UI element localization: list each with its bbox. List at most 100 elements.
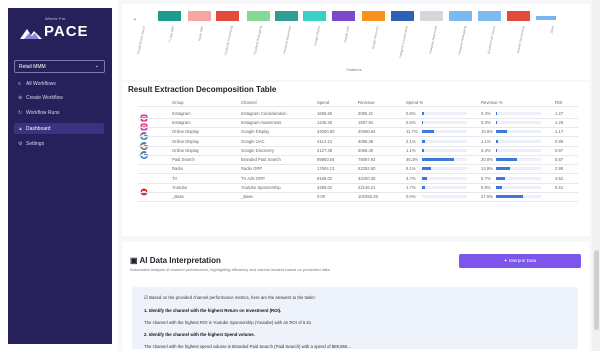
chart-bar bbox=[420, 11, 443, 21]
table-cell-spend: 3458.02 bbox=[317, 185, 333, 190]
table-cell-revenue-pct: 27.5% bbox=[481, 194, 493, 199]
revenue-pct-bar bbox=[496, 112, 497, 115]
table-cell-channel: Google Discovery bbox=[241, 148, 275, 153]
revenue-pct-bar-track bbox=[496, 121, 541, 124]
table-cell-group: Online Display bbox=[172, 129, 199, 134]
workspace-select[interactable]: Retail MMM ⌄ bbox=[14, 60, 105, 73]
spend-pct-bar-track bbox=[422, 195, 467, 198]
table-cell-channel: TV Ads GRP bbox=[241, 176, 265, 181]
table-cell-channel: Instagram Awareness bbox=[241, 120, 282, 125]
table-cell-spend-pct: 0.8% bbox=[406, 111, 416, 116]
revenue-pct-bar bbox=[496, 195, 523, 198]
spend-pct-bar bbox=[422, 121, 423, 124]
row-divider bbox=[138, 201, 578, 202]
sidebar-item-label: All Workflows bbox=[26, 81, 56, 87]
table-cell-group: Paid Search bbox=[172, 157, 195, 162]
app-window: Where For PACE Retail MMM ⌄ ≡ All Workflo… bbox=[0, 0, 608, 351]
table-cell-roi: 0.97 bbox=[555, 148, 564, 153]
sidebar: Where For PACE Retail MMM ⌄ ≡ All Workflo… bbox=[8, 8, 112, 344]
chart-tick-label: Facebook Prospecting bbox=[223, 25, 233, 55]
table-cell-group: Online Display bbox=[172, 148, 199, 153]
table-row: Online Display Google Discovery 2127.38 206… bbox=[138, 146, 578, 160]
table-row: Online Display Google Display 34000.90 4009… bbox=[138, 127, 578, 141]
sidebar-item-all-workflows[interactable]: ≡ All Workflows bbox=[14, 78, 104, 89]
sidebar-item-settings[interactable]: ⚙ Settings bbox=[14, 138, 104, 149]
interpret-data-button[interactable]: ✦ Interpret Data bbox=[459, 254, 581, 268]
table-cell-roi: 3.52 bbox=[555, 176, 564, 181]
ai-answer-intro: ☑ Based on the provided channel performa… bbox=[144, 295, 316, 301]
ai-title-text: AI Data Interpretation bbox=[139, 256, 221, 265]
chart-bar bbox=[507, 11, 530, 21]
chart-tick-label: Google Brand Search bbox=[136, 25, 146, 54]
spend-pct-bar bbox=[422, 158, 454, 161]
table-cell-revenue: 2085.21 bbox=[358, 111, 374, 116]
table-cell-revenue-pct: 20.8% bbox=[481, 157, 493, 162]
revenue-pct-bar-track bbox=[496, 186, 541, 189]
spend-pct-bar-track bbox=[422, 186, 467, 189]
table-row: Youtube Youtube Sponsorship 3458.02 22146.2… bbox=[138, 183, 578, 196]
table-cell-spend: 2127.38 bbox=[317, 148, 333, 153]
table-cell-spend: 17604.13 bbox=[317, 166, 335, 171]
header-revenue-pct: Revenue % bbox=[481, 100, 503, 105]
spend-pct-bar bbox=[422, 140, 425, 143]
chart-bar bbox=[391, 11, 414, 21]
revenue-pct-bar-track bbox=[496, 130, 541, 133]
ai-question-1: 1. Identify the channel with the highest… bbox=[144, 308, 282, 313]
chart-tick-label: Instagram Awareness bbox=[428, 25, 438, 54]
sidebar-item-dashboard[interactable]: ▲ Dashboard bbox=[14, 123, 104, 134]
refresh-icon: ↻ bbox=[18, 110, 23, 116]
ai-title: ▣ AI Data Interpretation bbox=[130, 256, 221, 265]
sidebar-item-workflow-runs[interactable]: ↻ Workflow Runs bbox=[14, 107, 104, 118]
table-cell-roi: 0.87 bbox=[555, 157, 564, 162]
main-content: • Google Brand Search TV Ads GRP Radio GRP… bbox=[118, 0, 600, 351]
chart-tick-label: Facebook Awareness bbox=[282, 25, 292, 54]
sidebar-item-label: Dashboard bbox=[26, 126, 51, 132]
revenue-pct-bar bbox=[496, 130, 507, 133]
table-cell-revenue-pct: 10.6% bbox=[481, 129, 493, 134]
logo-name: PACE bbox=[44, 23, 89, 40]
chart-tick-label: Google UAC bbox=[343, 25, 351, 43]
revenue-pct-bar bbox=[496, 121, 497, 124]
table-cell-spend-pct: 9.1% bbox=[406, 166, 416, 171]
revenue-pct-bar-track bbox=[496, 167, 541, 170]
chart-bar bbox=[362, 11, 385, 21]
table-cell-spend: 1665.56 bbox=[317, 111, 333, 116]
chart-tick-label: Instagram Consideration bbox=[398, 25, 409, 58]
check-circle-icon: ☑ bbox=[144, 295, 148, 300]
revenue-pct-bar bbox=[496, 140, 498, 143]
chart-bar bbox=[303, 11, 326, 21]
spend-pct-bar-track bbox=[422, 167, 467, 170]
vertical-scrollbar[interactable] bbox=[592, 0, 600, 351]
table-row: TV TV Ads GRP 9168.02 32250.35 4.7% 8.7% 3.52 bbox=[138, 174, 578, 184]
header-group: Group bbox=[172, 100, 184, 105]
scrollbar-thumb[interactable] bbox=[594, 250, 599, 330]
ai-intro-text: Based on the provided channel performanc… bbox=[149, 295, 316, 300]
spend-pct-bar-track bbox=[422, 112, 467, 115]
ai-question-2: 2. Identify the channel with the highest… bbox=[144, 332, 255, 337]
table-cell-spend-pct: 11.7% bbox=[406, 129, 418, 134]
table-row: Online Display Google UAC 4114.13 4086.38 2.… bbox=[138, 137, 578, 151]
spend-pct-bar-track bbox=[422, 121, 467, 124]
decomposition-table: Group Channel Spend Revenue Spend % Reve… bbox=[138, 96, 586, 236]
table-cell-group: Instagram bbox=[172, 120, 191, 125]
table-cell-revenue-pct: 0.4% bbox=[481, 148, 491, 153]
table-cell-revenue: 4086.38 bbox=[358, 139, 374, 144]
spend-pct-bar-track bbox=[422, 140, 467, 143]
revenue-pct-bar-track bbox=[496, 149, 541, 152]
table-cell-roi: 6.51 bbox=[555, 185, 564, 190]
ai-answer-1: The channel with the highest ROI is Yout… bbox=[144, 320, 312, 325]
table-cell-spend: 0.00 bbox=[317, 194, 326, 199]
pace-logo: Where For PACE bbox=[17, 16, 107, 52]
revenue-pct-bar-track bbox=[496, 140, 541, 143]
table-cell-group: TV bbox=[172, 176, 178, 181]
document-icon: ▣ bbox=[130, 256, 138, 265]
table-cell-revenue-pct: 8.7% bbox=[481, 176, 491, 181]
table-row: Radio Radio GRP 17604.13 52292.60 9.1% 13.9% 2… bbox=[138, 164, 578, 174]
spend-pct-bar-track bbox=[422, 149, 467, 152]
revenue-pct-bar bbox=[496, 186, 502, 189]
chart-bar bbox=[449, 11, 472, 21]
chart-bar bbox=[275, 11, 298, 21]
table-cell-roi: 2.98 bbox=[555, 166, 564, 171]
chart-tick-label: TV Ads GRP bbox=[168, 25, 175, 42]
sidebar-item-create-workflow[interactable]: ⊕ Create Workflow bbox=[14, 92, 104, 103]
